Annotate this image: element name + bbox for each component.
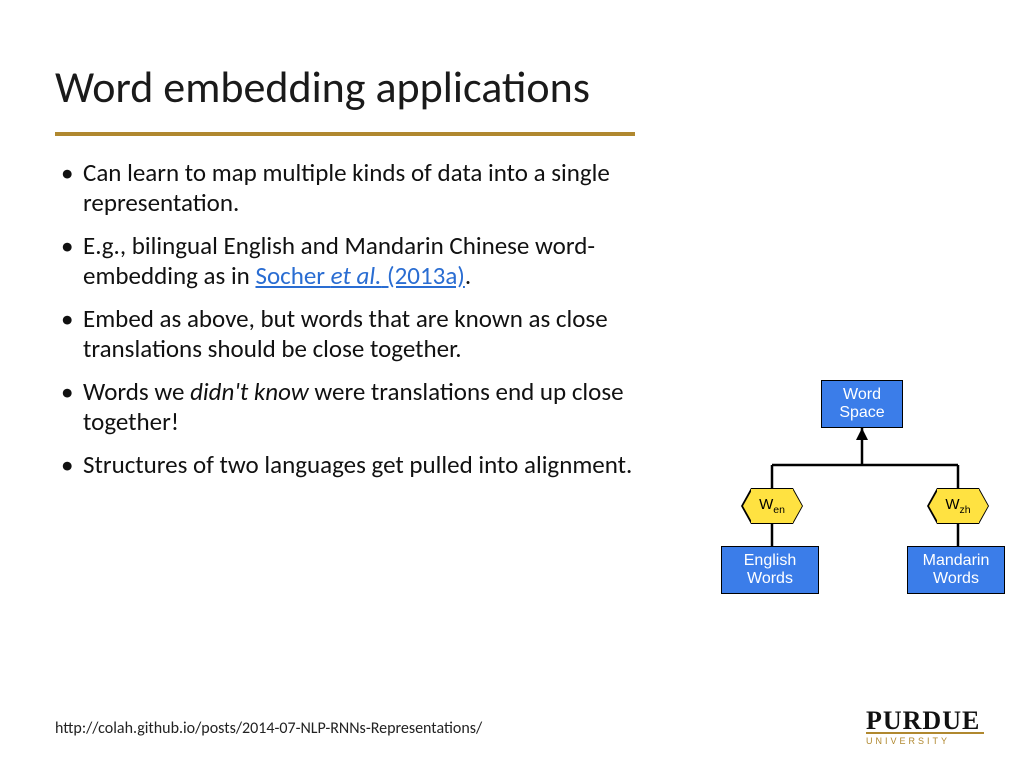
bullet-item: E.g., bilingual English and Mandarin Chi… [55,231,695,290]
bullet-text: Structures of two languages get pulled i… [83,449,632,480]
link-text-tail: (2013a) [381,260,464,291]
bullet-item: Can learn to map multiple kinds of data … [55,158,695,217]
slide: Word embedding applications Can learn to… [0,0,1024,768]
box-label: Mandarin Words [923,552,990,587]
bullet-emph: didn't know [190,376,309,407]
bullet-text: Embed as above, but words that are known… [83,303,608,364]
purdue-logo: PURDUE UNIVERSITY [866,709,984,746]
w-zh-box: Wzh [937,488,979,524]
bilingual-diagram: Word Space Wen Wzh English Words Mandari… [721,380,1006,610]
box-label: English Words [744,552,796,587]
word-space-box: Word Space [821,380,903,428]
bullet-list: Can learn to map multiple kinds of data … [55,158,695,480]
footer-url: http://colah.github.io/posts/2014-07-NLP… [55,719,482,738]
link-text: Socher [255,260,330,291]
citation-link[interactable]: Socher et al. (2013a) [255,260,464,291]
bullet-item: Words we didn't know were translations e… [55,377,695,436]
bullet-text: . [465,260,471,291]
bullet-item: Structures of two languages get pulled i… [55,450,695,480]
link-text-italic: et al. [331,260,382,291]
box-label: Word Space [839,386,884,421]
content-area: Can learn to map multiple kinds of data … [55,158,695,480]
bullet-text: Words we [83,376,190,407]
mandarin-words-box: Mandarin Words [907,546,1005,594]
bullet-text: Can learn to map multiple kinds of data … [83,157,610,218]
english-words-box: English Words [721,546,819,594]
title-rule [55,132,635,136]
bullet-item: Embed as above, but words that are known… [55,304,695,363]
w-en-box: Wen [751,488,793,524]
logo-name: PURDUE [866,709,984,732]
slide-title: Word embedding applications [55,60,969,114]
box-label: Wzh [945,496,970,516]
box-label: Wen [759,496,785,516]
